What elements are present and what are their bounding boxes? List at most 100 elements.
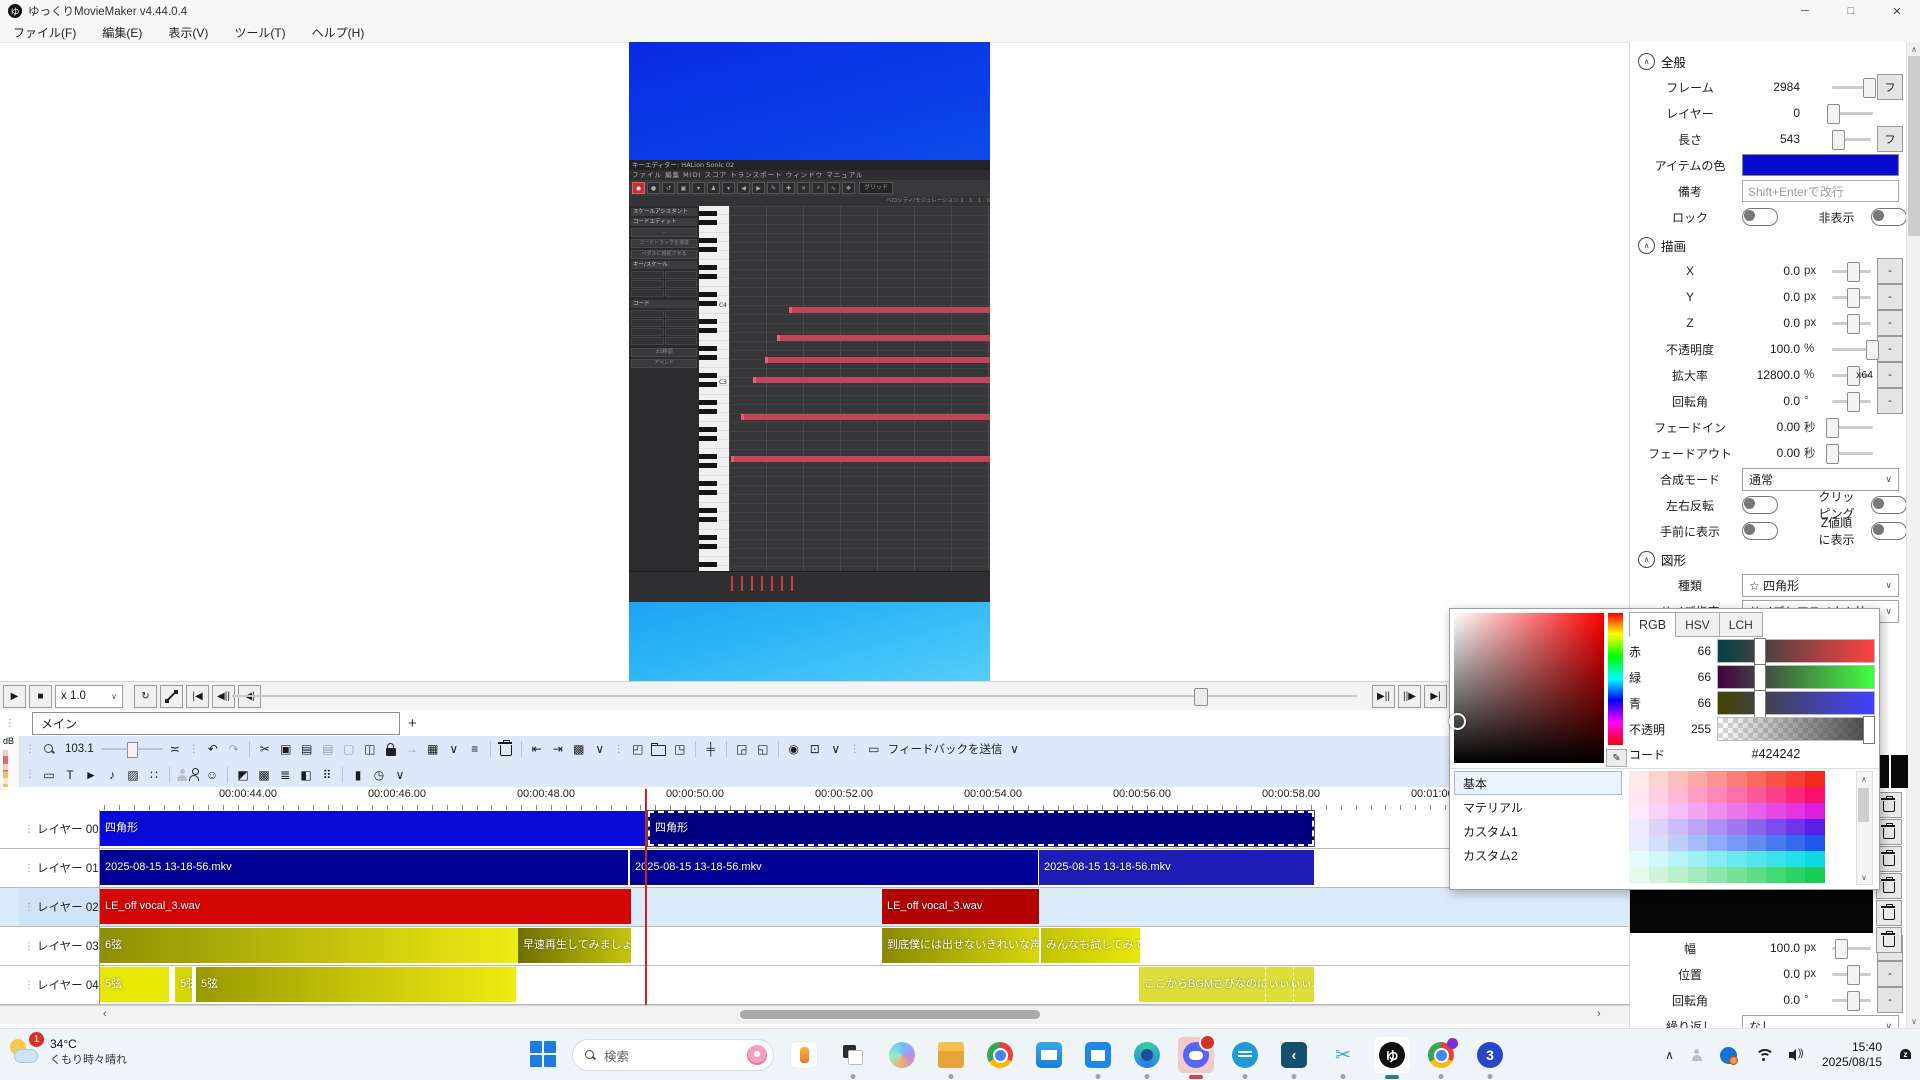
to-start-icon[interactable]: |◀ xyxy=(186,684,209,708)
palette-swatch[interactable] xyxy=(1785,835,1806,851)
timeline-clip[interactable]: 5弦 xyxy=(196,967,516,1002)
zoom-value[interactable]: 103.1 xyxy=(65,743,94,755)
palette-swatch[interactable] xyxy=(1707,835,1727,851)
screenshot-box-icon[interactable]: ⊡ xyxy=(806,740,824,758)
palette-swatch[interactable] xyxy=(1805,787,1825,803)
palette-swatch[interactable] xyxy=(1785,819,1806,835)
layer-label[interactable]: ⋮ レイヤー 03 xyxy=(19,927,100,965)
palette-swatch[interactable] xyxy=(1629,803,1649,819)
row-button-Y[interactable]: - xyxy=(1877,284,1903,310)
palette-swatch[interactable] xyxy=(1668,787,1688,803)
mixer-icon[interactable]: ╪ xyxy=(702,740,720,758)
cut-icon[interactable]: ✂ xyxy=(256,740,274,758)
menu-item-4[interactable]: ヘルプ(H) xyxy=(299,24,378,41)
playhead[interactable] xyxy=(645,789,647,1005)
row-button-回転角[interactable]: - xyxy=(1877,987,1903,1013)
memo-input[interactable]: Shift+Enterで改行 xyxy=(1742,180,1899,202)
taskbar-app-chevron[interactable]: ‹ xyxy=(1276,1037,1312,1079)
delete-icon[interactable] xyxy=(497,740,515,758)
taskbar-ymm[interactable]: ゆ xyxy=(1374,1037,1410,1079)
palette-swatch[interactable] xyxy=(1687,787,1708,803)
palette-swatch[interactable] xyxy=(1785,867,1806,883)
menu-item-3[interactable]: ツール(T) xyxy=(221,24,298,41)
layer-drag-handle[interactable]: ⋮ xyxy=(24,902,34,913)
taskbar-copilot[interactable] xyxy=(884,1037,920,1073)
slider-回転角[interactable] xyxy=(1830,990,1873,1011)
more-caret[interactable]: ∨ xyxy=(391,766,409,784)
palette-swatch[interactable] xyxy=(1707,787,1727,803)
palette-swatch[interactable] xyxy=(1648,851,1669,867)
palette-swatch[interactable] xyxy=(1746,851,1767,867)
palette-swatch[interactable] xyxy=(1687,819,1708,835)
palette-swatch[interactable] xyxy=(1668,771,1688,787)
palette-swatch[interactable] xyxy=(1766,803,1786,819)
zoom-slider[interactable] xyxy=(100,741,163,758)
layer-label[interactable]: ⋮ レイヤー 02 xyxy=(19,888,100,926)
palette-swatch[interactable] xyxy=(1746,867,1767,883)
taskbar-chrome-profile[interactable] xyxy=(1423,1037,1459,1079)
tray-person-icon[interactable] xyxy=(1691,1049,1703,1061)
palette-tab-カスタム1[interactable]: カスタム1 xyxy=(1454,819,1622,843)
layer-label[interactable]: ⋮ レイヤー 01 xyxy=(19,849,100,887)
channel-slider[interactable] xyxy=(1717,638,1875,666)
palette-swatch[interactable] xyxy=(1629,867,1649,883)
start-button[interactable] xyxy=(530,1041,557,1068)
palette-swatch[interactable] xyxy=(1687,771,1708,787)
feedback-label[interactable]: フィードバックを送信 xyxy=(888,741,1003,757)
slider-フレーム[interactable] xyxy=(1830,77,1876,98)
slider-フェードアウト[interactable] xyxy=(1825,443,1875,464)
timeline-clip[interactable]: 四角形 xyxy=(648,811,1314,846)
slider-フェードイン[interactable] xyxy=(1825,417,1875,438)
text-item-icon[interactable]: T xyxy=(61,766,79,784)
palette-swatch[interactable] xyxy=(1648,787,1669,803)
collapse-icon[interactable]: ∧ xyxy=(1638,236,1655,254)
section-描画[interactable]: ∧ 描画 xyxy=(1630,232,1907,258)
palette-swatch[interactable] xyxy=(1687,867,1708,883)
value-Y[interactable]: 0.0 xyxy=(1742,290,1800,304)
value-レイヤー[interactable]: 0 xyxy=(1742,106,1800,120)
palette-swatch[interactable] xyxy=(1727,803,1747,819)
palette-swatch[interactable] xyxy=(1707,867,1727,883)
scroll-down-icon[interactable]: ∨ xyxy=(1907,1014,1920,1028)
copy-icon[interactable]: ▣ xyxy=(277,740,295,758)
palette-swatch[interactable] xyxy=(1766,771,1786,787)
toggle-Z値順に表示[interactable] xyxy=(1871,522,1907,540)
palette-swatch[interactable] xyxy=(1746,771,1767,787)
slider-回転角[interactable] xyxy=(1830,391,1873,412)
palette-swatch[interactable] xyxy=(1766,851,1786,867)
repeat-icon[interactable]: ↻ xyxy=(134,684,157,708)
scene-item-icon[interactable]: ◩ xyxy=(234,766,252,784)
palette-swatch[interactable] xyxy=(1629,835,1649,851)
timeline-clip[interactable]: 到底僕には出せないきれいな声 xyxy=(882,928,1039,963)
new-project-icon[interactable]: ◰ xyxy=(629,740,647,758)
palette-swatch[interactable] xyxy=(1648,819,1669,835)
audio-item-icon[interactable]: ♪ xyxy=(103,766,121,784)
row-button-フレーム[interactable]: フ xyxy=(1877,74,1903,100)
paste-insert-icon[interactable]: ▤ xyxy=(319,740,337,758)
palette-swatch[interactable] xyxy=(1668,819,1688,835)
keyframe-icon[interactable] xyxy=(160,684,183,708)
scroll-left-icon[interactable]: ‹ xyxy=(103,1008,107,1020)
drag-handle[interactable]: ⋮ xyxy=(614,744,624,755)
value-位置[interactable]: 0.0 xyxy=(1742,967,1800,981)
palette-swatch[interactable] xyxy=(1707,771,1727,787)
pattern-item-icon[interactable]: ⠿ xyxy=(318,766,336,784)
delete-color-button[interactable] xyxy=(1876,927,1902,953)
next-frame-icon[interactable]: ||▶ xyxy=(1398,685,1421,708)
slider-拡大率[interactable]: x64 xyxy=(1830,365,1873,386)
palette-swatch[interactable] xyxy=(1727,787,1747,803)
taskbar-app-s[interactable]: 3 xyxy=(1472,1037,1508,1079)
palette-swatch[interactable] xyxy=(1746,803,1767,819)
snap-grid-icon[interactable]: ▦ xyxy=(424,740,442,758)
row-button-位置[interactable]: - xyxy=(1877,961,1903,987)
palette-tab-基本[interactable]: 基本 xyxy=(1454,771,1622,795)
timeline-tab-main[interactable]: メイン xyxy=(32,711,400,735)
palette-swatch[interactable] xyxy=(1727,851,1747,867)
taskbar-explorer[interactable] xyxy=(933,1037,969,1079)
timeline-clip[interactable]: 早速再生してみましょ xyxy=(518,928,631,963)
tachie-item-icon[interactable] xyxy=(176,766,200,784)
taskbar-mail[interactable] xyxy=(1031,1037,1067,1073)
snap-caret[interactable]: ∨ xyxy=(445,740,463,758)
save-project-icon[interactable]: ◳ xyxy=(671,740,689,758)
channel-slider[interactable] xyxy=(1717,716,1875,744)
